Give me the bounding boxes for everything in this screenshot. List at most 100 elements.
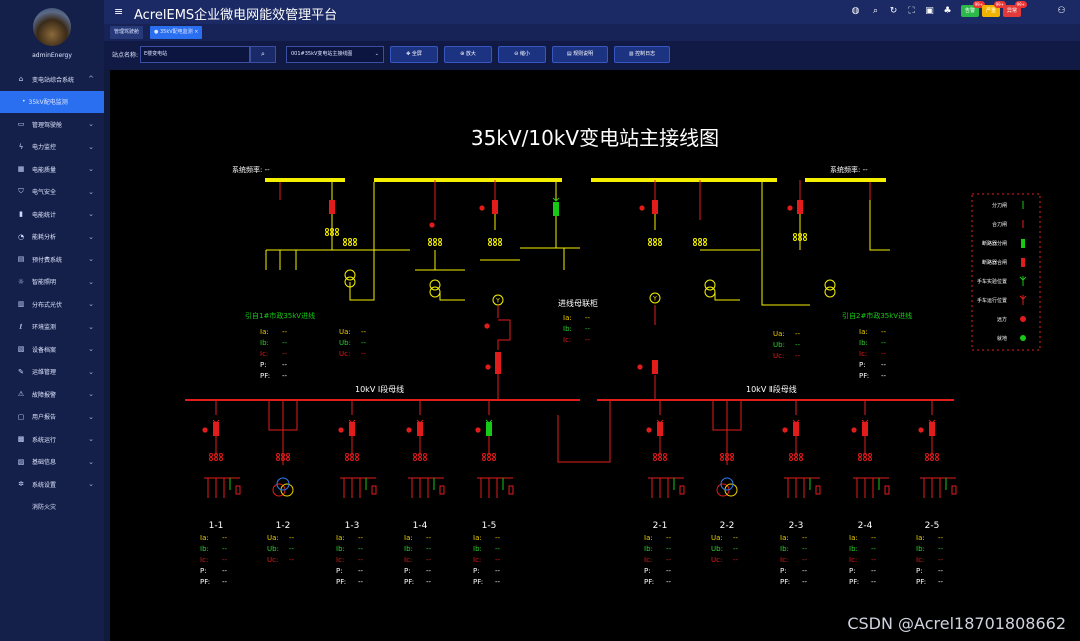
alert-badge-2[interactable]: 异常 99+: [1003, 1, 1028, 17]
fuse-icon: [653, 242, 657, 246]
feeder-meter-9-Ic-value: --: [938, 556, 944, 564]
incoming2-meter-P-value: --: [881, 361, 887, 369]
feeder-meter-1-Ua-value: --: [289, 534, 295, 542]
header: ≡ AcrelEMS企业微电网能效管理平台 ◍ ⌕ ↻ ⛶ ▣ ♣ 告警 99+ 严…: [104, 0, 1080, 24]
sidebar-item-8[interactable]: ▤ 预付费系统 ⌄: [0, 248, 104, 270]
fuse-icon: [935, 453, 939, 457]
feeder-label-0: 1-1: [209, 521, 224, 531]
image-icon[interactable]: ▣: [924, 6, 935, 17]
sidebar-item-18[interactable]: ✲ 系统设置 ⌄: [0, 473, 104, 495]
fuse-icon: [653, 453, 657, 457]
feeder-meter-4-P-label: P:: [473, 567, 480, 575]
sidebar-item-4[interactable]: ▦ 电能质量 ⌄: [0, 158, 104, 180]
fuse-icon: [925, 457, 929, 461]
breaker: [213, 422, 219, 436]
sidebar-item-label: 智能照明: [32, 279, 57, 286]
sidebar-item-2[interactable]: ▭ 管理驾驶舱 ⌄: [0, 113, 104, 135]
feeder-meter-1-Ua-label: Ua:: [267, 534, 279, 542]
feeder-meter-4-Ic-label: Ic:: [473, 556, 481, 564]
sidebar-item-3[interactable]: ϟ 电力监控 ⌄: [0, 136, 104, 158]
toolbar-button-2[interactable]: ⊖ 缩小: [498, 46, 546, 63]
close-icon[interactable]: ×: [193, 29, 198, 35]
indicator-dot: [918, 427, 924, 433]
diagram-select[interactable]: 001#35kV变电站主接线图 ⌄: [286, 46, 384, 63]
station-input[interactable]: E楼变电站: [140, 46, 250, 63]
sidebar-item-14[interactable]: ⚠ 故障报警 ⌄: [0, 383, 104, 405]
fuse-icon: [423, 457, 427, 461]
sidebar-item-16[interactable]: ▩ 系统运行 ⌄: [0, 428, 104, 450]
one-line-diagram: 35kV/10kV变电站主接线图系统频率: -- 系统频率: -- 引自1#市政35…: [185, 126, 1041, 586]
indicator-dot: [479, 205, 485, 211]
alert-badge-0[interactable]: 告警 99+: [961, 1, 986, 17]
sidebar-item-label: 消防火灾: [32, 504, 57, 511]
fuse-icon: [428, 242, 432, 246]
vt-label: Y: [495, 298, 500, 305]
search-button[interactable]: ⌕: [250, 46, 276, 63]
sidebar-item-1[interactable]: • 35kV配电监测: [0, 90, 104, 113]
35kv-busbar-2: [591, 178, 777, 182]
10kv-bus-2: [597, 399, 954, 401]
fuse-icon: [794, 457, 798, 461]
incoming2-meter-P-label: P:: [859, 361, 866, 369]
chevron-down-icon: ⌄: [88, 210, 94, 218]
sidebar-item-5[interactable]: ⛉ 电气安全 ⌄: [0, 181, 104, 203]
home-icon: ⌂: [18, 75, 24, 83]
sidebar-item-label: 电力监控: [32, 144, 57, 151]
sidebar-item-15[interactable]: ▢ 用户报告 ⌄: [0, 406, 104, 428]
avatar[interactable]: [33, 8, 71, 46]
wire: [439, 292, 465, 301]
feeder-meter-1-Uc-label: Uc:: [267, 556, 278, 564]
fullscreen-icon[interactable]: ⛶: [906, 6, 917, 17]
feeder-meter-8-Ib-value: --: [871, 545, 877, 553]
legend-label-0: 分刀闸: [992, 202, 1007, 209]
sidebar-item-0[interactable]: ⌂ 变电站综合系统 ^: [0, 68, 104, 90]
sidebar-item-6[interactable]: ▮ 电能统计 ⌄: [0, 203, 104, 225]
menu-toggle-icon[interactable]: ≡: [114, 5, 123, 18]
toolbar-button-3[interactable]: ▤ 规则说明: [552, 46, 608, 63]
alert-badge-1[interactable]: 严重 99+: [982, 1, 1007, 17]
toolbar-button-4[interactable]: ▥ 控制日志: [614, 46, 670, 63]
feeder-meter-8-Ib-label: Ib:: [849, 545, 858, 553]
incoming2-volt-Uc-label: Uc:: [773, 352, 784, 360]
sidebar-item-7[interactable]: ◔ 能耗分析 ⌄: [0, 226, 104, 248]
fuse-icon: [663, 457, 667, 461]
fuse-icon: [720, 453, 724, 457]
incoming2-volt-Ua-label: Ua:: [773, 330, 785, 338]
sidebar-item-11[interactable]: ℓ 环境监测 ⌄: [0, 316, 104, 338]
shirt-icon[interactable]: ♣: [942, 6, 953, 17]
tab-1[interactable]: ● 35kV配电监测 ×: [150, 26, 203, 39]
legend-label-2: 断路器分闸: [982, 240, 1007, 247]
bus2-label: 10kV Ⅱ段母线: [746, 384, 797, 394]
refresh-icon[interactable]: ↻: [888, 6, 899, 17]
sidebar-item-13[interactable]: ✎ 运维管理 ⌄: [0, 361, 104, 383]
feeder-meter-5-Ia-label: Ia:: [644, 534, 653, 542]
sidebar-item-12[interactable]: ▧ 设备档案 ⌄: [0, 338, 104, 360]
feeder-meter-5-PF-label: PF:: [644, 578, 654, 586]
toolbar-button-0[interactable]: ✥ 全屏: [390, 46, 438, 63]
fuse-icon: [498, 242, 502, 246]
feeder-meter-3-PF-value: --: [426, 578, 432, 586]
sidebar-item-10[interactable]: ▥ 分布式光伏 ⌄: [0, 293, 104, 315]
sidebar-item-19[interactable]: 消防火灾: [0, 496, 104, 518]
fuse-icon: [493, 238, 497, 242]
tab-0[interactable]: 管理驾驶舱: [110, 26, 144, 39]
sidebar-item-9[interactable]: ☼ 智能照明 ⌄: [0, 271, 104, 293]
chevron-down-icon: ⌄: [88, 367, 94, 376]
toolbar-button-1[interactable]: ⊕ 放大: [444, 46, 492, 63]
chevron-down-icon: ⌄: [88, 142, 94, 151]
fuse-icon: [325, 228, 329, 232]
feeder-meter-4-Ia-value: --: [495, 534, 501, 542]
sidebar-item-17[interactable]: ▨ 基础信息 ⌄: [0, 451, 104, 473]
indicator-dot: [787, 205, 793, 211]
sidebar-item-label: 电气安全: [32, 189, 57, 196]
indicator-dot: [202, 427, 208, 433]
fuse-icon: [863, 457, 867, 461]
search-icon[interactable]: ⌕: [870, 6, 881, 17]
globe-icon[interactable]: ◍: [850, 6, 861, 17]
chevron-down-icon: ⌄: [88, 345, 94, 353]
breaker: [797, 200, 803, 214]
feeder-meter-9-Ib-label: Ib:: [916, 545, 925, 553]
user-icon[interactable]: ⚇: [1056, 6, 1067, 17]
chevron-down-icon: ⌄: [88, 412, 94, 421]
indicator-dot: [338, 427, 344, 433]
